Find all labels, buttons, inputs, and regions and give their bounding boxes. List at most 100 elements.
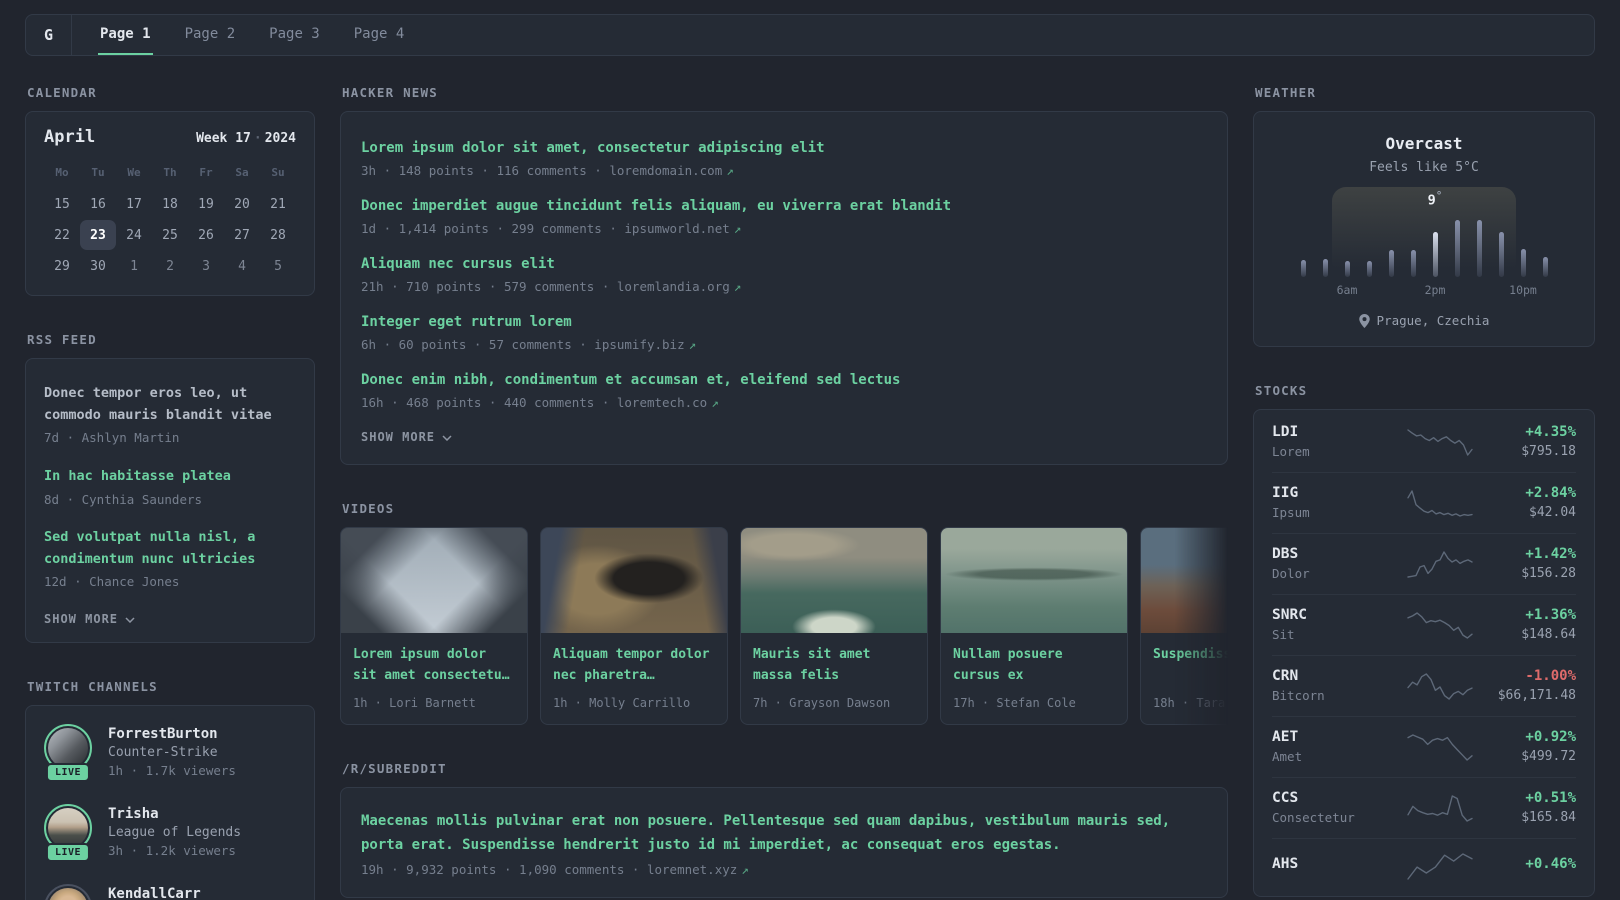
calendar-day-next-month: 3	[202, 258, 210, 274]
video-card[interactable]: Nullam posuere cursus ex 17h · Stefan Co…	[940, 527, 1128, 725]
hn-item-meta[interactable]: 21h · 710 points · 579 comments · loreml…	[361, 279, 1207, 294]
calendar-section-title: CALENDAR	[27, 85, 97, 100]
calendar-year: 2024	[264, 131, 296, 146]
video-title[interactable]: Aliquam tempor dolor nec pharetra…	[553, 645, 715, 687]
stocks-section-title: STOCKS	[1255, 383, 1308, 398]
tab-page-4[interactable]: Page 4	[352, 15, 407, 55]
dashboard-page: G Page 1 Page 2 Page 3 Page 4 CALENDAR A…	[0, 0, 1620, 900]
chevron-down-icon	[125, 617, 135, 623]
video-meta: 1h · Lori Barnett	[353, 696, 476, 710]
external-link-icon: ↗	[733, 221, 742, 236]
rss-show-more-button[interactable]: SHOW MORE	[44, 612, 296, 626]
video-thumbnail-hands-camera[interactable]	[540, 527, 728, 633]
live-badge: LIVE	[45, 763, 91, 783]
calendar-day: 30	[90, 258, 106, 274]
video-card[interactable]: Aliquam tempor dolor nec pharetra… 1h · …	[540, 527, 728, 725]
stock-name: Ipsum	[1272, 505, 1310, 520]
rss-item-title[interactable]: In hac habitasse platea	[44, 466, 296, 488]
twitch-section-title: TWITCH CHANNELS	[27, 679, 158, 695]
stock-values: +2.84% $42.04	[1490, 485, 1576, 520]
weather-bar-slot	[1314, 215, 1336, 277]
weather-condition: Overcast	[1385, 134, 1463, 153]
hn-item-title[interactable]: Aliquam nec cursus elit	[361, 254, 1207, 275]
rss-item-title[interactable]: Donec tempor eros leo, ut commodo mauris…	[44, 383, 296, 426]
avatar-ring-offline	[44, 884, 92, 900]
calendar-day: 29	[54, 258, 70, 274]
stock-price: $795.18	[1521, 444, 1576, 459]
post-meta[interactable]: 19h · 9,932 points · 1,090 comments · lo…	[361, 862, 1207, 877]
hn-show-more-button[interactable]: SHOW MORE	[361, 430, 1207, 444]
weather-bar-slot	[1446, 215, 1468, 277]
video-thumbnail-misty-field[interactable]	[1140, 527, 1228, 633]
stock-name: Lorem	[1272, 444, 1310, 459]
live-badge: LIVE	[45, 843, 91, 863]
stock-ticker: AET	[1272, 729, 1299, 745]
stock-sparkline	[1404, 427, 1476, 457]
right-column: WEATHER Overcast Feels like 5°C 9° 6am 2p…	[1253, 85, 1595, 900]
rss-item-title[interactable]: Sed volutpat nulla nisl, a condimentum n…	[44, 527, 296, 570]
calendar-day: 22	[54, 227, 70, 243]
hacker-news-card: Lorem ipsum dolor sit amet, consectetur …	[340, 111, 1228, 465]
external-link-icon: ↗	[733, 279, 742, 294]
hn-item-title[interactable]: Donec imperdiet augue tincidunt felis al…	[361, 196, 1207, 217]
hn-item-title[interactable]: Lorem ipsum dolor sit amet, consectetur …	[361, 138, 1207, 159]
calendar-day: 25	[162, 227, 178, 243]
app-logo[interactable]: G	[26, 15, 72, 55]
video-title[interactable]: Nullam posuere cursus ex	[953, 645, 1115, 687]
hn-meta-text: 1d · 1,414 points · 299 comments · ipsum…	[361, 221, 730, 236]
hn-item-meta[interactable]: 16h · 468 points · 440 comments · loremt…	[361, 395, 1207, 410]
hn-item-title[interactable]: Integer eget rutrum lorem	[361, 312, 1207, 333]
stock-sparkline	[1404, 851, 1476, 881]
stock-sparkline	[1404, 793, 1476, 823]
hn-item-title[interactable]: Donec enim nibh, condimentum et accumsan…	[361, 370, 1207, 391]
video-title[interactable]: Suspendisse diam	[1153, 645, 1228, 687]
channel-name[interactable]: Trisha	[108, 806, 241, 822]
video-card[interactable]: Lorem ipsum dolor sit amet consectetu… 1…	[340, 527, 528, 725]
subreddit-post: Maecenas mollis pulvinar erat non posuer…	[361, 810, 1207, 877]
twitch-channel-info: Trisha League of Legends 3h · 1.2k viewe…	[108, 804, 241, 860]
calendar-widget: CALENDAR April Week 17 · 2024 Mo Tu We Th …	[25, 85, 315, 296]
channel-name[interactable]: ForrestBurton	[108, 726, 236, 742]
channel-name[interactable]: KendallCarr	[108, 886, 201, 900]
hn-item-meta[interactable]: 6h · 60 points · 57 comments · ipsumify.…	[361, 337, 1207, 352]
rss-section-title: RSS FEED	[27, 332, 97, 347]
current-temp-unit: °	[1435, 189, 1443, 202]
video-card[interactable]: Suspendisse diam 18h · Tara	[1140, 527, 1228, 725]
hn-meta-text: 16h · 468 points · 440 comments · loremt…	[361, 395, 708, 410]
video-info: Mauris sit amet massa felis 7h · Grayson…	[740, 633, 928, 725]
rss-item-meta: 8d · Cynthia Saunders	[44, 491, 203, 507]
video-title[interactable]: Lorem ipsum dolor sit amet consectetu…	[353, 645, 515, 687]
hn-item-meta[interactable]: 3h · 148 points · 116 comments · loremdo…	[361, 163, 1207, 178]
video-thumbnail-boat-wake[interactable]	[740, 527, 928, 633]
stock-sparkline	[1404, 671, 1476, 701]
tab-page-2[interactable]: Page 2	[183, 15, 238, 55]
twitch-channel-row[interactable]: LIVE ForrestBurton Counter-Strike 1h · 1…	[44, 724, 296, 783]
video-card[interactable]: Mauris sit amet massa felis 7h · Grayson…	[740, 527, 928, 725]
weekday-label: Sa	[235, 166, 249, 179]
video-info: Lorem ipsum dolor sit amet consectetu… 1…	[340, 633, 528, 725]
twitch-channel-row[interactable]: LIVE Trisha League of Legends 3h · 1.2k …	[44, 804, 296, 863]
rss-item: In hac habitasse platea 8d · Cynthia Sau…	[44, 466, 296, 509]
stock-values: +4.35% $795.18	[1490, 424, 1576, 459]
video-thumbnail-canoe-lake[interactable]	[940, 527, 1128, 633]
subreddit-card: Maecenas mollis pulvinar erat non posuer…	[340, 787, 1228, 898]
video-meta: 18h · Tara	[1153, 696, 1226, 710]
tab-page-3[interactable]: Page 3	[267, 15, 322, 55]
external-link-icon: ↗	[711, 395, 719, 410]
stock-price: $42.04	[1529, 505, 1576, 520]
post-title[interactable]: Maecenas mollis pulvinar erat non posuer…	[361, 810, 1207, 858]
video-thumbnail-concrete-towers-sky[interactable]	[340, 527, 528, 633]
twitch-channel-row[interactable]: KendallCarr	[44, 884, 296, 900]
stock-identity: DBS Dolor	[1272, 546, 1404, 581]
avatar	[48, 888, 88, 900]
video-title[interactable]: Mauris sit amet massa felis	[753, 645, 915, 687]
stock-ticker: CRN	[1272, 668, 1299, 684]
tab-page-1[interactable]: Page 1	[98, 15, 153, 55]
hn-item: Integer eget rutrum lorem 6h · 60 points…	[361, 312, 1207, 352]
videos-carousel[interactable]: Lorem ipsum dolor sit amet consectetu… 1…	[340, 527, 1228, 725]
weather-location-row[interactable]: Prague, Czechia	[1274, 313, 1574, 328]
hn-item-meta[interactable]: 1d · 1,414 points · 299 comments · ipsum…	[361, 221, 1207, 236]
weekday-label: Mo	[55, 166, 69, 179]
page-tabs: Page 1 Page 2 Page 3 Page 4	[98, 15, 406, 55]
stock-ticker: AHS	[1272, 856, 1299, 872]
